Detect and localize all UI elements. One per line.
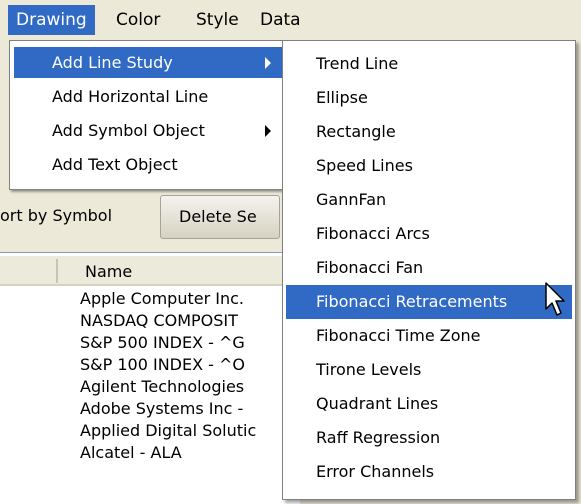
submenu-arrow-icon: [265, 57, 271, 69]
menu-data[interactable]: Data: [252, 5, 309, 35]
menu-item-add-line-study[interactable]: Add Line Study: [14, 47, 285, 78]
column-divider[interactable]: [56, 259, 58, 283]
menu-item-add-text-object[interactable]: Add Text Object: [14, 149, 285, 180]
submenu-item-quadrant-lines[interactable]: Quadrant Lines: [286, 387, 572, 421]
list-item[interactable]: Adobe Systems Inc -: [80, 398, 280, 420]
menu-style[interactable]: Style: [188, 5, 247, 35]
submenu-item-raff-regression[interactable]: Raff Regression: [286, 421, 572, 455]
submenu-item-speed-lines[interactable]: Speed Lines: [286, 149, 572, 183]
list-item[interactable]: S&P 500 INDEX - ^G: [80, 332, 280, 354]
drawing-dropdown: Add Line Study Add Horizontal Line Add S…: [9, 40, 290, 190]
submenu-item-fibonacci-arcs[interactable]: Fibonacci Arcs: [286, 217, 572, 251]
menu-item-label: Add Horizontal Line: [52, 87, 209, 106]
list-item[interactable]: Alcatel - ALA: [80, 442, 280, 464]
list-item[interactable]: Agilent Technologies: [80, 376, 280, 398]
submenu-item-trend-line[interactable]: Trend Line: [286, 47, 572, 81]
menu-color[interactable]: Color: [108, 5, 168, 35]
menu-drawing[interactable]: Drawing: [8, 5, 95, 35]
submenu-arrow-icon: [265, 125, 271, 137]
submenu-item-ellipse[interactable]: Ellipse: [286, 81, 572, 115]
submenu-item-fibonacci-fan[interactable]: Fibonacci Fan: [286, 251, 572, 285]
submenu-item-error-channels[interactable]: Error Channels: [286, 455, 572, 489]
menu-item-add-symbol-object[interactable]: Add Symbol Object: [14, 115, 285, 146]
list-item[interactable]: Apple Computer Inc.: [80, 288, 280, 310]
submenu-item-rectangle[interactable]: Rectangle: [286, 115, 572, 149]
list-item[interactable]: NASDAQ COMPOSIT: [80, 310, 280, 332]
submenu-item-fibonacci-retracements[interactable]: Fibonacci Retracements: [286, 285, 572, 319]
mouse-cursor-icon: [545, 282, 565, 316]
submenu-item-gannfan[interactable]: GannFan: [286, 183, 572, 217]
list-item[interactable]: Applied Digital Solutic: [80, 420, 280, 442]
menu-item-label: Add Line Study: [52, 53, 173, 72]
submenu-item-fibonacci-time-zone[interactable]: Fibonacci Time Zone: [286, 319, 572, 353]
column-header-name[interactable]: Name: [85, 262, 132, 281]
list-item[interactable]: S&P 100 INDEX - ^O: [80, 354, 280, 376]
menu-item-add-horizontal-line[interactable]: Add Horizontal Line: [14, 81, 285, 112]
delete-selected-button[interactable]: Delete Se: [160, 195, 280, 239]
submenu-item-tirone-levels[interactable]: Tirone Levels: [286, 353, 572, 387]
line-study-submenu: Trend Line Ellipse Rectangle Speed Lines…: [282, 40, 576, 500]
menu-bar: Drawing Color Style Data: [0, 0, 581, 40]
list-header: [0, 256, 300, 286]
menu-item-label: Add Text Object: [52, 155, 178, 174]
sort-by-symbol-button[interactable]: ort by Symbol: [0, 201, 112, 231]
menu-item-label: Add Symbol Object: [52, 121, 205, 140]
